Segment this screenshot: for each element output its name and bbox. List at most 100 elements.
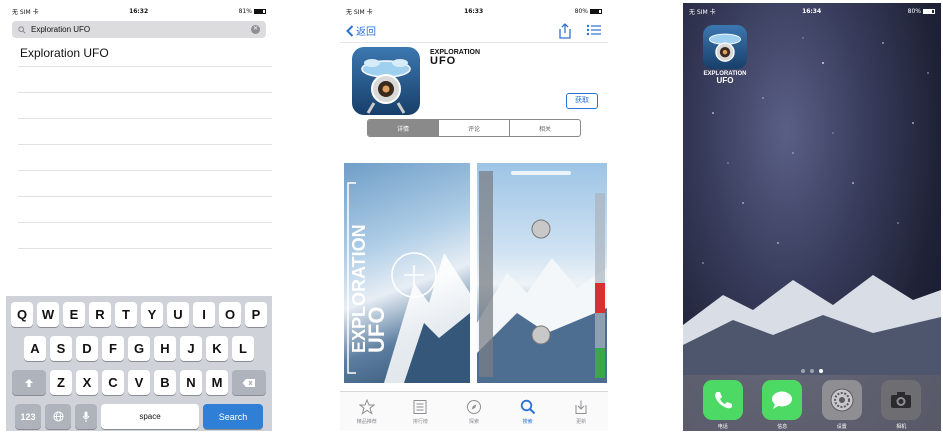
get-button[interactable]: 获取 (566, 93, 598, 109)
tab-search[interactable]: 搜索 (501, 392, 555, 431)
space-key[interactable]: space (101, 404, 199, 429)
key-u[interactable]: U (167, 302, 189, 327)
key-n[interactable]: N (180, 370, 202, 395)
compass-icon (466, 399, 481, 414)
shift-key[interactable] (12, 370, 46, 395)
battery-indicator: 80% (908, 8, 935, 15)
carrier-label: 无 SIM 卡 (346, 8, 373, 16)
dock-label: 信息 (777, 424, 788, 430)
delete-key[interactable] (232, 370, 266, 395)
battery-percent: 80% (907, 7, 921, 15)
search-key[interactable]: Search (203, 404, 263, 429)
key-c[interactable]: C (102, 370, 124, 395)
key-h[interactable]: H (154, 336, 176, 361)
dock-app-settings[interactable]: 设置 (821, 380, 862, 430)
search-result-item[interactable] (18, 197, 272, 223)
tab-label: 更新 (576, 418, 587, 425)
screenshot-2[interactable] (477, 163, 607, 383)
key-k[interactable]: K (206, 336, 228, 361)
search-input[interactable]: Exploration UFO (31, 25, 251, 34)
key-a[interactable]: A (24, 336, 46, 361)
tab-label: 排行榜 (412, 418, 428, 425)
numbers-key[interactable]: 123 (15, 404, 41, 429)
search-result-item[interactable] (18, 67, 272, 93)
tab-related[interactable]: 相关 (510, 120, 580, 136)
key-x[interactable]: X (76, 370, 98, 395)
key-s[interactable]: S (50, 336, 72, 361)
search-result-item[interactable] (18, 171, 272, 197)
exploration-ufo-app-icon[interactable] (703, 25, 747, 69)
key-g[interactable]: G (128, 336, 150, 361)
key-z[interactable]: Z (50, 370, 72, 395)
dock-label: 设置 (836, 424, 847, 430)
tab-explore[interactable]: 探索 (447, 392, 501, 431)
shift-icon (25, 378, 33, 387)
dock-app-camera[interactable]: 相机 (881, 380, 922, 430)
key-p[interactable]: P (245, 302, 267, 327)
dock-app-messages[interactable]: 信息 (762, 380, 803, 430)
key-b[interactable]: B (154, 370, 176, 395)
tab-updates[interactable]: 更新 (554, 392, 608, 431)
app-title: EXPLORATION UFO (430, 49, 480, 67)
search-result-item[interactable] (18, 93, 272, 119)
game-scene-graphic (477, 171, 607, 383)
key-f[interactable]: F (102, 336, 124, 361)
battery-icon (923, 8, 935, 14)
list-menu-icon[interactable] (586, 23, 602, 37)
search-screen: 无 SIM 卡 16:32 81% Exploration UFO ✕ Expl… (6, 3, 272, 431)
key-d[interactable]: D (76, 336, 98, 361)
key-t[interactable]: T (115, 302, 137, 327)
back-button[interactable]: 返回 (346, 23, 376, 38)
tab-label: 探索 (468, 418, 479, 425)
nav-bar: 返回 (340, 19, 608, 43)
battery-indicator: 80% (575, 8, 602, 15)
key-y[interactable]: Y (141, 302, 163, 327)
microphone-icon (82, 411, 90, 422)
key-w[interactable]: W (37, 302, 59, 327)
dock-label: 电话 (717, 424, 728, 430)
clear-icon[interactable]: ✕ (251, 25, 260, 34)
key-o[interactable]: O (219, 302, 241, 327)
keyboard-row-1: Q W E R T Y U I O P (8, 302, 270, 327)
screenshot-title-line2: UFO (364, 306, 389, 353)
search-icon (520, 399, 535, 414)
key-r[interactable]: R (89, 302, 111, 327)
ufo-icon (361, 59, 411, 114)
key-l[interactable]: L (232, 336, 254, 361)
status-bar: 无 SIM 卡 16:32 81% (6, 3, 272, 19)
key-q[interactable]: Q (11, 302, 33, 327)
share-icon[interactable] (558, 22, 572, 39)
tab-bar: 精品推荐 排行榜 探索 搜索 更新 (340, 391, 608, 431)
camera-icon (881, 380, 922, 420)
screenshot-1[interactable]: EXPLORATION UFO (344, 163, 470, 383)
settings-icon (821, 380, 862, 420)
search-result-item[interactable] (18, 223, 272, 249)
search-field[interactable]: Exploration UFO ✕ (12, 21, 266, 38)
key-e[interactable]: E (63, 302, 85, 327)
search-result-item[interactable]: Exploration UFO (18, 41, 272, 67)
battery-indicator: 81% (239, 8, 266, 15)
screenshots-carousel[interactable]: EXPLORATION UFO (340, 161, 608, 385)
key-i[interactable]: I (193, 302, 215, 327)
dock-app-phone[interactable]: 电话 (702, 380, 743, 430)
status-time: 16:33 (464, 7, 484, 15)
dictation-key[interactable] (75, 404, 97, 429)
search-result-item[interactable] (18, 119, 272, 145)
app-icon (352, 47, 420, 115)
key-m[interactable]: M (206, 370, 228, 395)
globe-key[interactable] (45, 404, 71, 429)
list-icon (413, 399, 427, 414)
mountain-wallpaper (683, 275, 941, 375)
tab-featured[interactable]: 精品推荐 (340, 392, 394, 431)
tab-reviews[interactable]: 评论 (439, 120, 510, 136)
tab-charts[interactable]: 排行榜 (394, 392, 448, 431)
tab-details[interactable]: 详情 (368, 120, 439, 136)
key-v[interactable]: V (128, 370, 150, 395)
search-result-item[interactable] (18, 145, 272, 171)
key-j[interactable]: J (180, 336, 202, 361)
carrier-label: 无 SIM 卡 (689, 8, 716, 16)
phone-icon (702, 380, 743, 420)
globe-icon (52, 411, 64, 422)
screenshot-title: EXPLORATION UFO (349, 224, 389, 353)
ufo-icon (708, 33, 742, 62)
